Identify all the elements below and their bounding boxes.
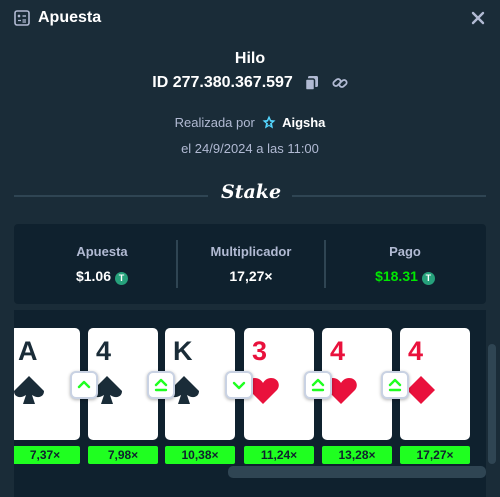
summary-payout: Pago $18.31 T	[324, 224, 486, 304]
card-multiplier: 7,98×	[88, 446, 158, 464]
card-multiplier: 17,27×	[400, 446, 470, 464]
summary-bet: Apuesta $1.06 T	[14, 224, 190, 304]
multiplier-value: 17,27×	[229, 268, 273, 284]
divider-left	[14, 195, 208, 197]
card-rank: 4	[96, 336, 112, 366]
card-multiplier: 11,24×	[244, 446, 314, 464]
guess-higher-icon	[70, 371, 98, 399]
copy-icon[interactable]	[304, 75, 320, 91]
bet-id: ID 277.380.367.597	[152, 74, 293, 91]
receipt-icon	[14, 10, 30, 26]
bet-amount-label: Apuesta	[76, 244, 128, 259]
placed-by-row: Realizada por Aigsha	[0, 115, 500, 130]
username[interactable]: Aigsha	[282, 115, 325, 130]
link-icon[interactable]	[332, 75, 348, 91]
bet-date: el 24/9/2024 a las 11:00	[181, 141, 319, 156]
stake-logo: Stake	[221, 181, 282, 203]
modal-header: Apuesta	[0, 0, 500, 36]
card-multiplier: 7,37×	[14, 446, 80, 464]
guess-lower-icon	[225, 371, 253, 399]
payout-label: Pago	[389, 244, 421, 259]
card-rank: 4	[330, 336, 346, 366]
modal-title: Apuesta	[38, 9, 102, 26]
summary-multiplier: Multiplicador 17,27×	[176, 224, 326, 304]
tether-icon: T	[115, 272, 129, 285]
bet-summary: Apuesta $1.06 T Multiplicador 17,27× Pago…	[14, 224, 486, 304]
horizontal-scrollbar[interactable]	[228, 466, 486, 478]
multiplier-label: Multiplicador	[210, 244, 292, 259]
bet-amount-value: $1.06 T	[14, 268, 190, 285]
bet-id-row: ID 277.380.367.597	[0, 74, 500, 92]
spade-icon	[14, 376, 44, 404]
divider-right	[292, 195, 486, 197]
card-rank: 4	[408, 336, 424, 366]
guess-higher-or-equal-icon	[147, 371, 175, 399]
card-rank: 3	[252, 336, 268, 366]
placed-by-label: Realizada por	[174, 115, 255, 130]
guess-higher-or-equal-icon	[304, 371, 332, 399]
tether-icon: T	[421, 272, 435, 285]
playing-card: 4	[400, 328, 470, 440]
card-multiplier: 13,28×	[322, 446, 392, 464]
card-multiplier: 10,38×	[165, 446, 235, 464]
card-rank: A	[18, 336, 38, 366]
close-icon[interactable]	[468, 8, 488, 28]
vertical-scrollbar-thumb[interactable]	[488, 344, 496, 464]
card-rank: K	[173, 336, 193, 366]
game-name[interactable]: Hilo	[0, 50, 500, 68]
guess-higher-or-equal-icon	[381, 371, 409, 399]
payout-value: $18.31 T	[324, 268, 486, 285]
vip-badge-icon	[262, 115, 276, 129]
